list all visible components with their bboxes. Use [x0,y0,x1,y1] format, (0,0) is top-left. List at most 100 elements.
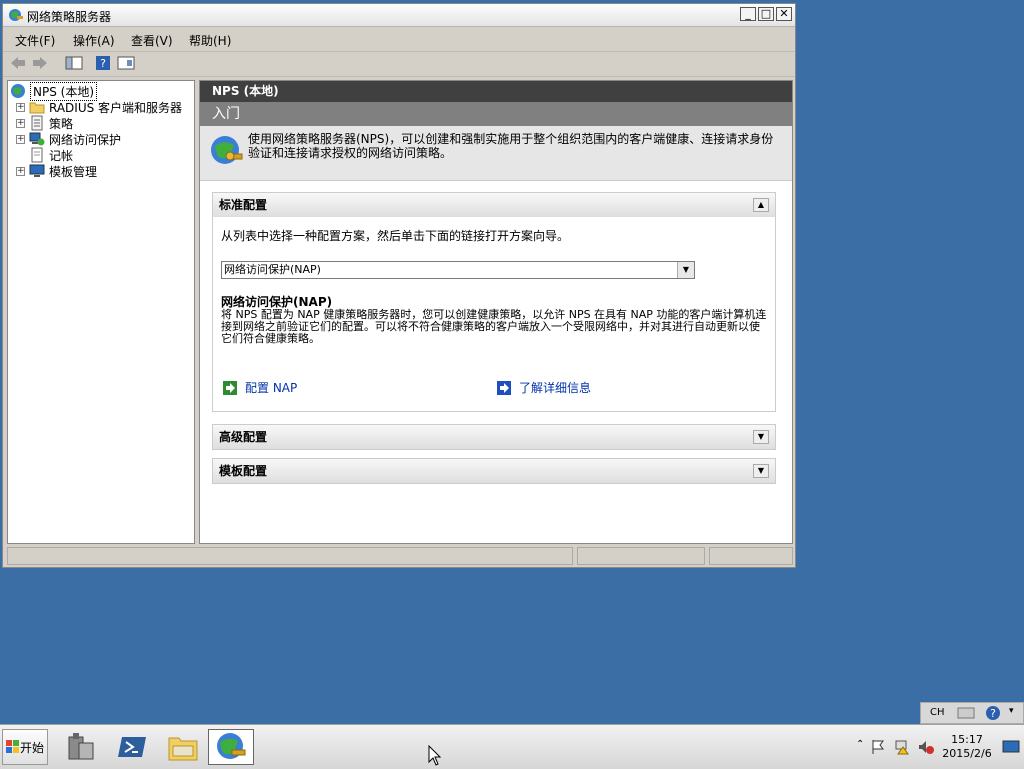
nps-window: 网络策略服务器 _ □ ✕ 文件(F) 操作(A) 查看(V) 帮助(H) ? … [2,3,796,568]
tree-item-radius[interactable]: + RADIUS 客户端和服务器 [16,99,182,115]
clock[interactable]: 15:17 2015/2/6 [938,733,996,761]
help-circle-icon[interactable]: ? [985,705,1001,721]
tree-item-label: 网络访问保护 [49,132,122,147]
pane-header: NPS (本地) [200,81,792,102]
svg-text:?: ? [990,707,996,720]
tree-item-nap[interactable]: + 网络访问保护 [16,131,121,147]
taskbar-server-manager[interactable] [58,729,104,765]
mouse-cursor-icon [428,745,442,766]
clock-time: 15:17 [951,733,983,746]
scenario-description: 将 NPS 配置为 NAP 健康策略服务器时，您可以创建健康策略，以允许 NPS… [221,308,767,345]
status-pane-main [7,547,573,565]
details-pane: NPS (本地) 入门 使用网络策略服务器(NPS)，可以创建和强制实施用于整个… [199,80,793,544]
tree-item-label: 模板管理 [49,164,98,179]
expand-chevron-icon[interactable]: ▼ [753,430,769,444]
forward-arrow-icon[interactable] [31,55,49,71]
nps-taskbar-icon [217,733,246,759]
show-hide-tree-icon[interactable] [65,55,83,71]
getting-started-banner: 入门 [200,102,792,126]
menu-view[interactable]: 查看(V) [131,32,173,49]
start-label: 开始 [19,740,44,755]
learn-more-link[interactable]: 了解详细信息 [497,379,591,396]
collapse-icon[interactable]: ▲ [753,198,769,212]
show-desktop-icon[interactable] [1002,739,1020,755]
template-management-icon [29,164,45,177]
menu-bar: 文件(F) 操作(A) 查看(V) 帮助(H) [3,27,795,52]
standard-config-section: 标准配置 ▲ 从列表中选择一种配置方案，然后单击下面的链接打开方案向导。 网络访… [212,192,776,412]
show-hidden-icons-icon[interactable]: ⌃ [856,739,864,750]
template-config-header[interactable]: 模板配置 ▼ [213,459,775,483]
menu-action[interactable]: 操作(A) [73,32,115,49]
link-label: 了解详细信息 [519,381,592,395]
tree-item-label: 记帐 [49,148,74,163]
language-indicator[interactable]: CH [930,707,945,718]
system-tray: ⌃ 15:17 2015/2/6 [848,725,1024,769]
section-title: 模板配置 [219,464,268,478]
advanced-config-header[interactable]: 高级配置 ▼ [213,425,775,449]
help-icon[interactable]: ? [95,55,111,71]
green-arrow-icon [223,380,237,395]
action-center-flag-icon[interactable] [870,739,886,755]
folder-explorer-icon [168,737,198,761]
language-bar: CH ? ▾ [920,702,1024,724]
tree-item-label: 策略 [49,116,74,131]
clock-date: 2015/2/6 [942,747,992,760]
status-pane-2 [577,547,705,565]
minimize-button[interactable]: _ [740,7,756,21]
section-title: 标准配置 [219,198,268,212]
network-warning-icon[interactable] [894,739,910,755]
accounting-icon [31,147,43,163]
back-arrow-icon[interactable] [9,55,27,71]
powershell-icon [118,737,146,757]
svg-text:?: ? [100,57,106,70]
dropdown-arrow-icon[interactable]: ▼ [677,262,694,278]
expand-chevron-icon[interactable]: ▼ [753,464,769,478]
advanced-config-section: 高级配置 ▼ [212,424,776,450]
select-value: 网络访问保护(NAP) [224,263,321,276]
blue-arrow-icon [497,380,511,395]
folder-icon [29,102,45,114]
instruction-text: 从列表中选择一种配置方案，然后单击下面的链接打开方案向导。 [221,229,570,243]
nps-globe-icon [11,84,25,98]
toolbar: ? [3,52,795,77]
standard-config-body: 从列表中选择一种配置方案，然后单击下面的链接打开方案向导。 网络访问保护(NAP… [213,217,775,411]
expand-icon[interactable]: + [16,102,25,112]
intro-panel: 使用网络策略服务器(NPS)，可以创建和强制实施用于整个组织范围内的客户端健康、… [200,126,792,181]
scenario-select[interactable]: 网络访问保护(NAP) ▼ [221,261,695,279]
expand-icon[interactable]: + [16,118,25,128]
tree-item-accounting[interactable]: 记帐 [29,147,73,163]
console-tree: NPS (本地) + RADIUS 客户端和服务器 + 策略 + 网络访问保护 … [7,80,195,544]
windows-logo-icon [5,740,19,753]
langbar-options-icon[interactable]: ▾ [1009,706,1014,716]
template-config-section: 模板配置 ▼ [212,458,776,484]
taskbar-powershell[interactable] [110,729,156,765]
intro-text: 使用网络策略服务器(NPS)，可以创建和强制实施用于整个组织范围内的客户端健康、… [248,132,774,160]
status-bar [7,547,793,565]
network-access-icon [29,132,45,146]
configure-nap-link[interactable]: 配置 NAP [223,379,297,396]
keyboard-icon[interactable] [957,706,975,720]
close-button[interactable]: ✕ [776,7,792,21]
tree-item-label: RADIUS 客户端和服务器 [49,100,183,115]
policy-document-icon [31,115,43,131]
volume-muted-icon[interactable] [918,739,934,755]
menu-file[interactable]: 文件(F) [15,32,55,49]
expand-icon[interactable]: + [16,166,25,176]
status-pane-3 [709,547,793,565]
nps-globe-key-icon [211,136,243,164]
link-label: 配置 NAP [245,381,298,395]
start-button[interactable]: 开始 [2,729,48,765]
taskbar-explorer[interactable] [160,729,206,765]
maximize-button[interactable]: □ [758,7,774,21]
tree-node-root[interactable]: NPS (本地) [10,81,98,101]
tree-item-templates[interactable]: + 模板管理 [16,163,97,179]
taskbar-nps-active[interactable] [208,729,254,765]
expand-icon[interactable]: + [16,134,25,144]
properties-icon[interactable] [117,55,135,71]
standard-config-header[interactable]: 标准配置 ▲ [213,193,775,217]
window-title: 网络策略服务器 [27,10,112,24]
title-bar[interactable]: 网络策略服务器 _ □ ✕ [3,4,795,27]
nps-app-icon [9,9,23,21]
tree-item-policies[interactable]: + 策略 [16,115,73,131]
menu-help[interactable]: 帮助(H) [189,32,231,49]
